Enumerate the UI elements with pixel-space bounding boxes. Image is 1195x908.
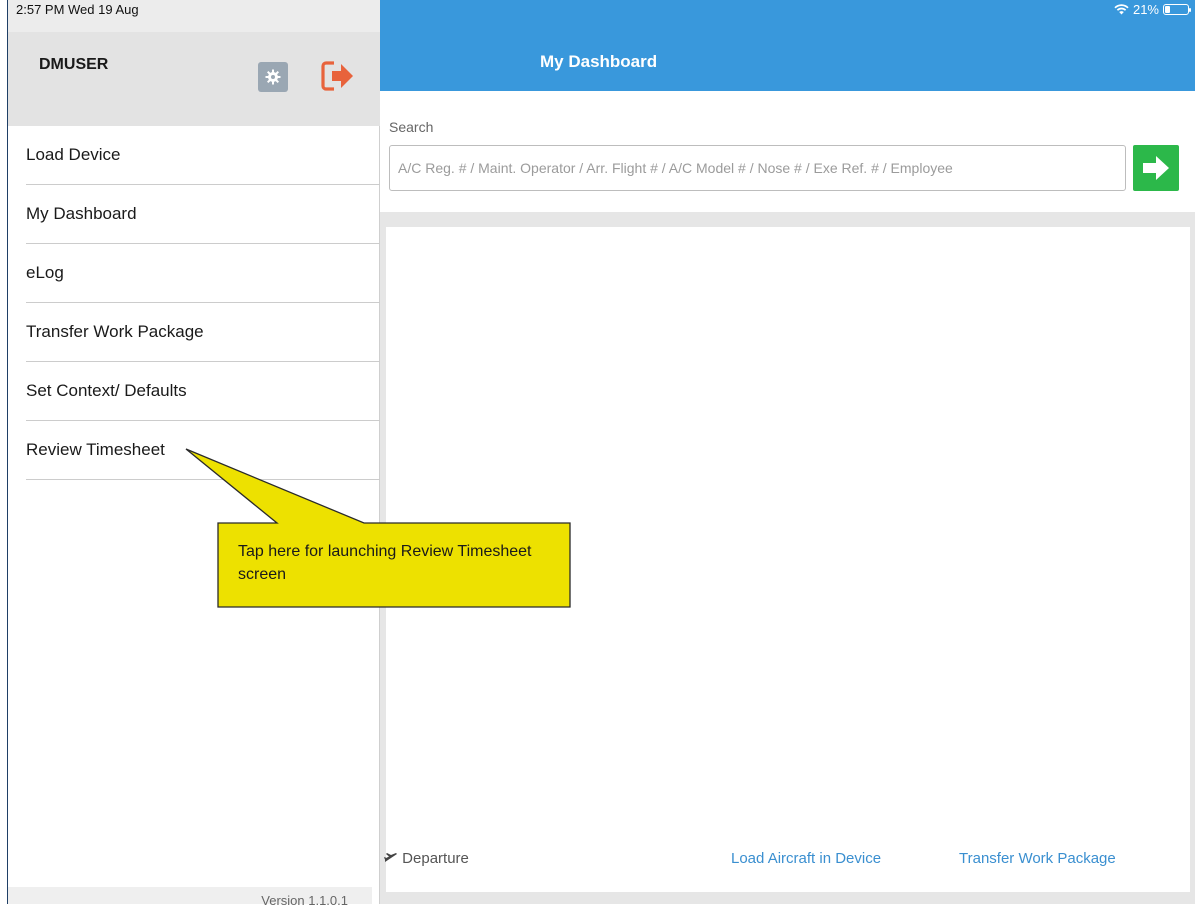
status-time: 2:57 PM Wed 19 Aug bbox=[16, 2, 139, 17]
top-navbar: My Dashboard bbox=[380, 32, 1195, 91]
sidebar-item-review-timesheet[interactable]: Review Timesheet bbox=[26, 421, 380, 480]
logout-icon bbox=[321, 61, 353, 91]
sidebar-item-label: eLog bbox=[26, 263, 64, 282]
status-bar-left: 2:57 PM Wed 19 Aug bbox=[8, 0, 380, 32]
callout-text: Tap here for launching Review Timesheet … bbox=[238, 543, 532, 583]
search-go-button[interactable] bbox=[1133, 145, 1179, 191]
load-aircraft-link[interactable]: Load Aircraft in Device bbox=[731, 850, 881, 867]
sidebar-item-transfer-work-package[interactable]: Transfer Work Package bbox=[26, 303, 380, 362]
sidebar-item-set-context-defaults[interactable]: Set Context/ Defaults bbox=[26, 362, 380, 421]
sidebar-footer: Version 1.1.0.1 bbox=[8, 887, 372, 908]
gear-icon bbox=[265, 69, 281, 85]
departure-label: Departure bbox=[402, 850, 469, 867]
search-label: Search bbox=[389, 119, 434, 135]
app-version: Version 1.1.0.1 bbox=[261, 893, 348, 908]
battery-percent: 21% bbox=[1132, 2, 1159, 17]
sidebar-item-label: Load Device bbox=[26, 145, 121, 164]
sidebar-header: DMUSER bbox=[8, 32, 380, 126]
logout-button[interactable] bbox=[320, 59, 356, 93]
plane-icon bbox=[384, 853, 397, 862]
sidebar-item-load-device[interactable]: Load Device bbox=[26, 126, 380, 185]
sidebar-item-elog[interactable]: eLog bbox=[26, 244, 380, 303]
sidebar-item-label: My Dashboard bbox=[26, 204, 137, 223]
sidebar-item-label: Set Context/ Defaults bbox=[26, 381, 187, 400]
arrow-right-icon bbox=[1143, 156, 1169, 180]
status-indicators: 21% bbox=[1114, 2, 1191, 17]
sidebar-item-my-dashboard[interactable]: My Dashboard bbox=[26, 185, 380, 244]
transfer-work-package-link[interactable]: Transfer Work Package bbox=[959, 850, 1116, 867]
username: DMUSER bbox=[39, 56, 109, 73]
status-bar-right: 21% bbox=[380, 0, 1195, 32]
battery-level-fill bbox=[1165, 6, 1171, 13]
sidebar-item-label: Transfer Work Package bbox=[26, 322, 204, 341]
page-title: My Dashboard bbox=[540, 52, 658, 71]
wifi-icon bbox=[1114, 4, 1129, 15]
battery-icon bbox=[1163, 4, 1191, 15]
departure-tab[interactable]: Departure bbox=[384, 850, 469, 867]
settings-button[interactable] bbox=[258, 62, 288, 92]
sidebar-item-label: Review Timesheet bbox=[26, 440, 165, 459]
sidebar: DMUSER Load Device My Dashboard eLog Tra… bbox=[8, 32, 380, 908]
sidebar-menu: Load Device My Dashboard eLog Transfer W… bbox=[26, 126, 380, 480]
search-input[interactable] bbox=[389, 145, 1126, 191]
